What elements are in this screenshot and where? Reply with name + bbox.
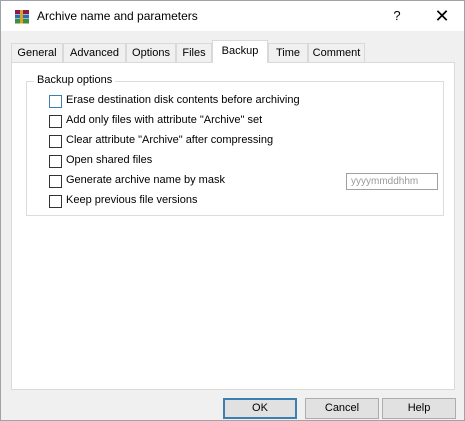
group-label: Backup options — [34, 74, 116, 86]
archive-name-mask-input[interactable]: yyyymmddhhm — [346, 173, 438, 190]
option-label: Generate archive name by mask — [66, 174, 225, 186]
cancel-button[interactable]: Cancel — [305, 398, 379, 419]
option-label: Erase destination disk contents before a… — [66, 94, 300, 106]
option-label: Add only files with attribute "Archive" … — [66, 114, 263, 126]
window-title: Archive name and parameters — [37, 9, 198, 23]
option-label: Keep previous file versions — [66, 194, 198, 206]
checkbox[interactable] — [49, 155, 62, 168]
help-button[interactable]: Help — [382, 398, 456, 419]
title-bar: Archive name and parameters ? ✕ — [1, 1, 464, 31]
checkbox[interactable] — [49, 115, 62, 128]
option-label: Open shared files — [66, 154, 153, 166]
tab-general[interactable]: General — [11, 43, 63, 62]
tab-comment[interactable]: Comment — [308, 43, 365, 62]
checkbox[interactable] — [49, 175, 62, 188]
checkbox[interactable] — [49, 95, 62, 108]
help-title-button[interactable]: ? — [385, 6, 409, 26]
close-icon[interactable]: ✕ — [428, 5, 456, 27]
ok-button[interactable]: OK — [223, 398, 297, 419]
tab-files[interactable]: Files — [176, 43, 212, 62]
checkbox[interactable] — [49, 135, 62, 148]
tab-options[interactable]: Options — [126, 43, 176, 62]
checkbox[interactable] — [49, 195, 62, 208]
tab-advanced[interactable]: Advanced — [63, 43, 126, 62]
winrar-books-icon — [15, 10, 29, 24]
tab-backup[interactable]: Backup — [212, 40, 268, 63]
archive-dialog: Archive name and parameters ? ✕ General … — [0, 0, 465, 421]
tab-time[interactable]: Time — [268, 43, 308, 62]
option-label: Clear attribute "Archive" after compress… — [66, 134, 274, 146]
